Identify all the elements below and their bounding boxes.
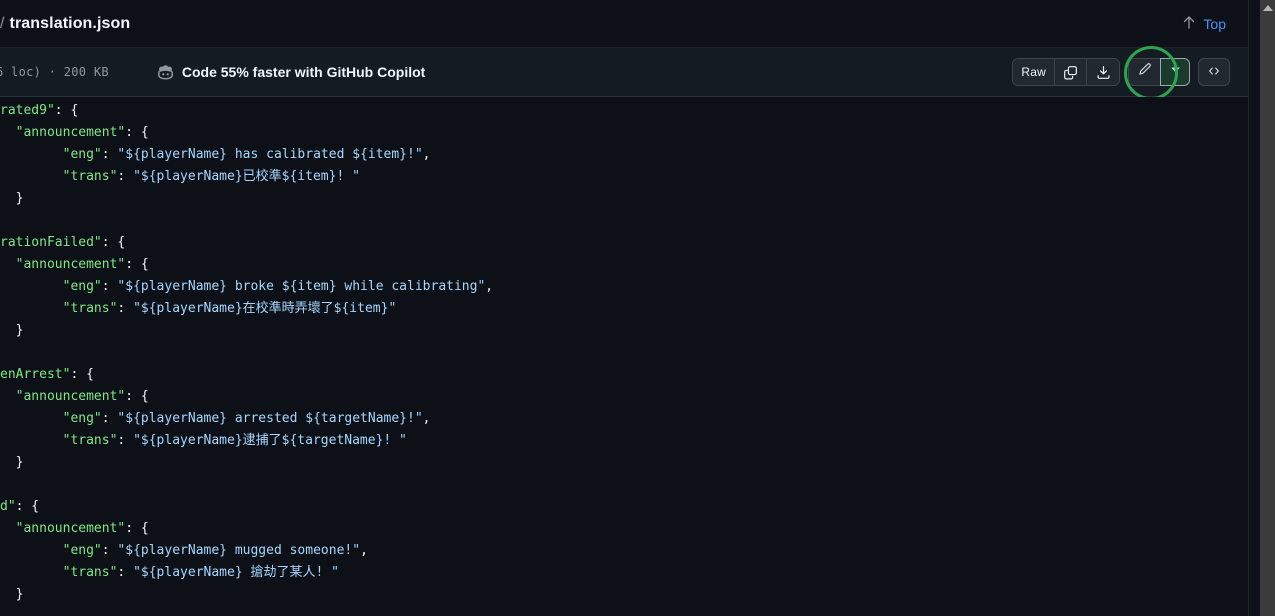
code-symbols-button[interactable]	[1198, 58, 1230, 86]
code-line: "trans": "${playerName}已校準${item}! "	[62, 169, 360, 184]
code-line: "trans": "${playerName}逮捕了${targetName}!…	[62, 433, 407, 448]
code-line: "eng": "${playerName} broke ${item} whil…	[62, 279, 494, 294]
code-line: "announcement": {	[15, 389, 149, 404]
code-line: rated9": {	[0, 103, 79, 118]
pencil-icon	[1137, 62, 1152, 82]
code-line: enArrest": {	[0, 367, 94, 382]
copilot-banner[interactable]: Code 55% faster with GitHub Copilot	[157, 64, 425, 81]
code-pane[interactable]: rated9": { "announcement": { "eng": "${p…	[0, 97, 1248, 616]
copy-icon	[1063, 65, 1078, 80]
copy-button[interactable]	[1055, 59, 1087, 85]
file-name: translation.json	[9, 14, 131, 32]
code-line: }	[0, 323, 24, 338]
copilot-banner-label: Code 55% faster with GitHub Copilot	[181, 64, 426, 80]
file-viewport: / translation.json Top 6 loc) · 200 KB C…	[0, 0, 1248, 616]
code-line: "trans": "${playerName}在校準時弄壞了${item}"	[62, 301, 397, 316]
arrow-up-icon	[1182, 15, 1196, 33]
code-line: }	[0, 587, 24, 602]
code-line: }	[0, 455, 24, 470]
download-icon	[1096, 65, 1111, 80]
browser-scrollbar[interactable]	[1260, 0, 1275, 616]
code-block: rated9": { "announcement": { "eng": "${p…	[0, 100, 1248, 606]
file-toolbar: 6 loc) · 200 KB Code 55% faster with Git…	[0, 46, 1248, 100]
code-line: "announcement": {	[15, 125, 149, 140]
edit-split-control	[1128, 58, 1190, 86]
code-line: "announcement": {	[15, 257, 149, 272]
edit-file-button[interactable]	[1128, 58, 1160, 86]
code-line: "eng": "${playerName} arrested ${targetN…	[62, 411, 431, 426]
code-line: rationFailed": {	[0, 235, 126, 250]
raw-copy-download-group: Raw	[1012, 58, 1120, 86]
scroll-up-arrow-icon[interactable]	[1260, 0, 1275, 16]
code-line: "announcement": {	[15, 521, 149, 536]
back-to-top[interactable]: Top	[1182, 15, 1240, 33]
file-meta: 6 loc) · 200 KB	[0, 65, 109, 79]
code-line: "trans": "${playerName} 搶劫了某人! "	[62, 565, 339, 580]
page-right-gutter	[1248, 0, 1260, 616]
top-link-label[interactable]: Top	[1203, 16, 1226, 32]
breadcrumb-separator: /	[0, 14, 5, 32]
code-line: "eng": "${playerName} has calibrated ${i…	[62, 147, 431, 162]
download-button[interactable]	[1087, 59, 1119, 85]
file-header: / translation.json Top	[0, 0, 1248, 48]
toolbar-actions: Raw	[1012, 46, 1248, 100]
breadcrumb: / translation.json	[0, 15, 130, 33]
code-line: }	[0, 191, 24, 206]
raw-button[interactable]: Raw	[1013, 59, 1055, 85]
code-symbols-icon	[1207, 64, 1221, 81]
edit-dropdown-button[interactable]	[1160, 58, 1190, 86]
chevron-down-icon	[1169, 63, 1182, 81]
code-line: "eng": "${playerName} mugged someone!",	[62, 543, 368, 558]
copilot-icon	[157, 64, 174, 81]
code-line: d": {	[0, 499, 40, 514]
page-root: / translation.json Top 6 loc) · 200 KB C…	[0, 0, 1275, 616]
